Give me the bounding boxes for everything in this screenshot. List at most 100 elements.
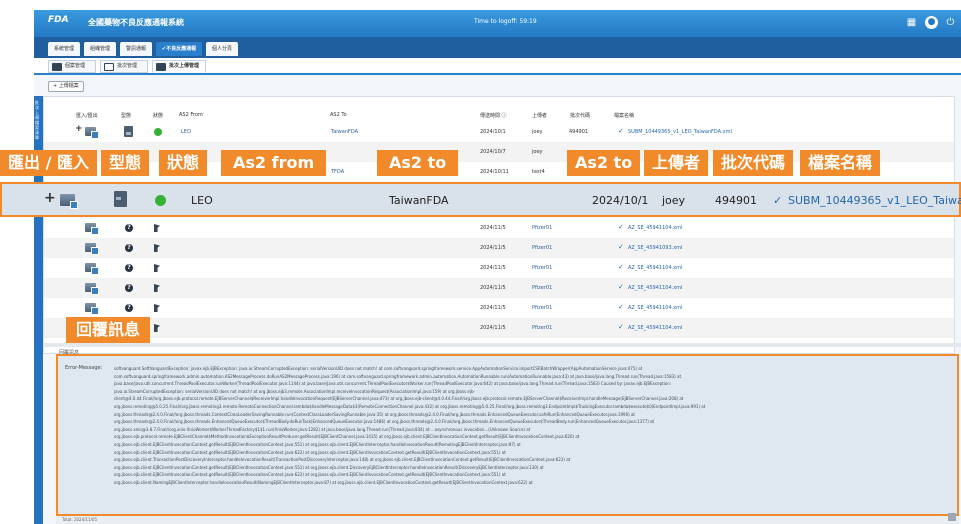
upload-icon bbox=[156, 63, 166, 71]
menu-tab-adverse-reaction[interactable]: ✔不良反應通報 bbox=[156, 42, 202, 56]
menu-tab-organization[interactable]: 組織管理 bbox=[84, 42, 116, 56]
logoff-timer: Time to logoff: 59:19 bbox=[474, 18, 537, 25]
resize-handle-icon[interactable] bbox=[948, 513, 956, 521]
file-name-link[interactable]: AZ_SE_45941104.xml bbox=[628, 225, 682, 231]
question-icon: ? bbox=[125, 224, 133, 232]
message-line: client@4.0.44.Final//org.jboss.ejb.proto… bbox=[114, 396, 684, 402]
header-direction[interactable]: 匯入/匯出 bbox=[76, 112, 98, 119]
table-row[interactable]: ? 2024/11/5 Pfizer01 ✓ AZ_SE_45941104.xm… bbox=[44, 218, 954, 238]
as2-from-cell: LEO bbox=[181, 129, 191, 135]
uploader-cell: Pfizer01 bbox=[532, 285, 553, 291]
menu-tab-alert[interactable]: 警訊通報 bbox=[120, 42, 152, 56]
send-time-cell: 2024/11/5 bbox=[480, 245, 506, 251]
subtab-batch-upload-label: 批次上傳管理 bbox=[169, 63, 200, 69]
table-row[interactable]: ? 2024/11/5 Pfizer01 ✓ AZ_SE_45941104.xm… bbox=[44, 278, 954, 298]
file-name-link[interactable]: AZ_SE_45941104.xml bbox=[628, 265, 682, 271]
subtab-batch[interactable]: 批次管理 bbox=[100, 60, 148, 73]
header-type[interactable]: 型態 bbox=[121, 112, 131, 119]
error-message-label: Error-Message: bbox=[65, 365, 103, 371]
menu-tab-personal[interactable]: 個人分頁 bbox=[206, 42, 238, 56]
message-line: org.jboss.threads@2.4.0.Final//org.jboss… bbox=[114, 411, 636, 417]
computer-icon bbox=[85, 243, 99, 255]
verified-check-icon: ✓ bbox=[618, 303, 624, 311]
message-line: com.softvanguard.springframework.admin.a… bbox=[114, 373, 682, 379]
expand-plus-icon[interactable]: + bbox=[75, 124, 83, 134]
table-row[interactable]: ? 2024/11/5 Pfizer01 ✓ AZ_SE_45941104.xm… bbox=[44, 258, 954, 278]
question-icon: ? bbox=[125, 304, 133, 312]
send-time-cell: 2024/10/1 bbox=[592, 194, 649, 207]
send-time-cell: 2024/11/5 bbox=[480, 325, 506, 331]
file-name-link[interactable]: AZ_SE_45941104.xml bbox=[628, 325, 682, 331]
callout-batch-code: 批次代碼 bbox=[713, 150, 794, 176]
header-file-name[interactable]: 檔案名稱 bbox=[614, 112, 634, 119]
file-name-link[interactable]: SUBM_10449365_v1_LEO_TaiwanFDA.xml bbox=[788, 194, 961, 207]
send-time-cell: 2024/10/7 bbox=[480, 149, 506, 155]
header-send-time[interactable]: 傳送時間 ⓘ bbox=[480, 112, 507, 119]
computer-icon bbox=[85, 263, 99, 275]
file-name-link[interactable]: AZ_SE_45941104.xml bbox=[628, 305, 682, 311]
header-as2-to[interactable]: AS2 To bbox=[330, 112, 347, 118]
user-icon[interactable]: ● bbox=[925, 16, 938, 29]
message-line: java.io.StreamCorruptedException: serial… bbox=[114, 388, 475, 394]
file-name-link[interactable]: SUBM_10449365_v1_LEO_TaiwanFDA.xml bbox=[628, 129, 732, 135]
send-time-cell: 2024/10/1 bbox=[480, 129, 506, 135]
grid-icon[interactable]: ▦ bbox=[905, 16, 918, 29]
uploader-cell: joey bbox=[532, 129, 543, 135]
as2-to-cell: TaiwanFDA bbox=[331, 129, 359, 135]
device-icon bbox=[114, 191, 127, 207]
question-icon: ? bbox=[125, 284, 133, 292]
verified-check-icon: ✓ bbox=[618, 323, 624, 331]
callout-type: 型態 bbox=[101, 150, 150, 176]
message-line: java.base/java.util.concurrent.ThreadPoo… bbox=[114, 381, 672, 387]
subtab-case[interactable]: 個案管理 bbox=[48, 60, 96, 73]
status-bar: Total: 2024/11/05 bbox=[56, 516, 959, 524]
uploader-cell: test4 bbox=[532, 169, 545, 175]
callout-as2-from: As2 from bbox=[221, 150, 327, 176]
send-time-cell: 2024/11/5 bbox=[480, 265, 506, 271]
expand-plus-icon[interactable]: + bbox=[44, 190, 56, 206]
table-row[interactable]: + LEO TaiwanFDA 2024/10/1 joey 494901 ✓ … bbox=[44, 122, 954, 142]
logout-icon[interactable]: ⏻ bbox=[944, 16, 957, 29]
highlighted-row[interactable]: + LEO TaiwanFDA 2024/10/1 joey 494901 ✓ … bbox=[0, 182, 961, 217]
file-name-link[interactable]: AZ_SE_45941104.xml bbox=[628, 285, 682, 291]
header-as2-from[interactable]: AS2 From bbox=[179, 112, 203, 118]
flag-icon bbox=[154, 244, 160, 252]
header-uploader[interactable]: 上傳者 bbox=[532, 112, 547, 119]
send-time-cell: 2024/11/5 bbox=[480, 285, 506, 291]
uploader-cell: Pfizer01 bbox=[532, 245, 553, 251]
question-icon: ? bbox=[125, 244, 133, 252]
case-icon bbox=[52, 63, 62, 71]
uploader-cell: joey bbox=[532, 149, 543, 155]
uploader-cell: joey bbox=[662, 194, 686, 207]
side-strip-label: 批次上傳檔案清單 bbox=[35, 100, 39, 140]
header-batch-code[interactable]: 批次代碼 bbox=[570, 112, 590, 119]
batch-code-cell: 494901 bbox=[715, 194, 757, 207]
callout-as2-to: As2 to bbox=[377, 150, 459, 176]
message-line: org.jboss.threads@2.4.0.Final//org.jboss… bbox=[114, 419, 655, 425]
fda-logo: FDA bbox=[48, 15, 69, 25]
file-name-link[interactable]: AZ_SE_45941093.xml bbox=[628, 245, 682, 251]
message-line: org.jboss.ejb.client.EJBClientInvocation… bbox=[114, 472, 506, 478]
error-message-text: softvanguard.SoftVanguardException: java… bbox=[114, 365, 950, 487]
computer-icon bbox=[60, 194, 78, 209]
table-row[interactable]: 2024/11/5 Pfizer01 ✓ AZ_SE_45941104.xml bbox=[44, 318, 954, 338]
subtab-batch-upload[interactable]: 批次上傳管理 bbox=[152, 60, 206, 73]
upload-file-button[interactable]: + 上傳檔案 bbox=[48, 81, 84, 92]
screenshot-stage: FDA 全國藥物不良反應通報系統 Time to logoff: 59:19 ▦… bbox=[0, 0, 961, 524]
main-menu: 系統管理 組織管理 警訊通報 ✔不良反應通報 個人分頁 bbox=[34, 37, 961, 58]
batch-code-cell: 494901 bbox=[569, 129, 589, 135]
send-time-cell: 2024/11/5 bbox=[480, 305, 506, 311]
device-icon bbox=[124, 126, 133, 137]
message-line: softvanguard.SoftVanguardException: java… bbox=[114, 366, 643, 371]
computer-icon bbox=[85, 127, 99, 139]
callout-reply-message: 回覆訊息 bbox=[66, 317, 151, 343]
uploader-cell: Pfizer01 bbox=[532, 225, 553, 231]
message-line: org.jboss.ejb.client.EJBClientInvocation… bbox=[114, 464, 544, 470]
table-row[interactable]: ? 2024/11/5 Pfizer01 ✓ AZ_SE_45941093.xm… bbox=[44, 238, 954, 258]
menu-tab-system[interactable]: 系統管理 bbox=[48, 42, 80, 56]
header-status[interactable]: 狀態 bbox=[153, 112, 163, 119]
panel-splitter[interactable] bbox=[34, 343, 961, 347]
question-icon: ? bbox=[125, 264, 133, 272]
table-row[interactable]: ? 2024/11/5 Pfizer01 ✓ AZ_SE_45941104.xm… bbox=[44, 298, 954, 318]
message-line: org.jboss.ejb.client.NamingEJBClientInte… bbox=[114, 479, 533, 485]
